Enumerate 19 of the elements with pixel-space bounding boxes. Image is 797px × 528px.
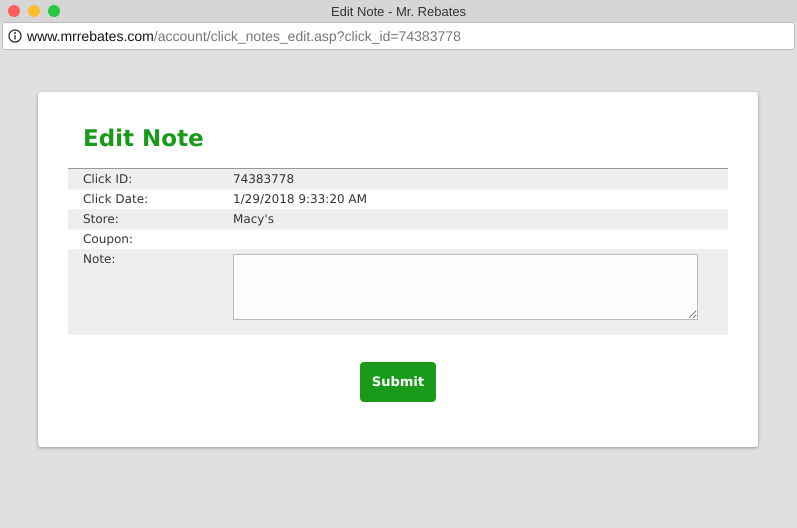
zoom-button[interactable] <box>48 5 60 17</box>
field-value: 74383778 <box>233 171 294 188</box>
field-label: Store: <box>82 211 120 228</box>
page-heading: Edit Note <box>83 125 205 154</box>
field-label: Note: <box>82 251 116 268</box>
url-path: /account/click_notes_edit.asp?click_id=74383778 <box>154 28 461 44</box>
address-bar[interactable]: www.mrrebates.com/account/click_notes_edit.asp?click_id=74383778 <box>2 22 795 50</box>
field-label: Coupon: <box>82 231 134 248</box>
field-value: 1/29/2018 9:33:20 AM <box>233 191 367 208</box>
field-label: Click ID: <box>82 171 134 188</box>
field-label: Click Date: <box>82 191 150 208</box>
url-domain: www.mrrebates.com <box>27 28 154 44</box>
note-field[interactable] <box>233 254 698 320</box>
field-value: Macy's <box>233 211 274 228</box>
info-icon <box>8 29 22 43</box>
minimize-button[interactable] <box>28 5 40 17</box>
window-title: Edit Note - Mr. Rebates <box>330 4 466 18</box>
close-button[interactable] <box>8 5 20 17</box>
submit-button[interactable]: Submit <box>360 362 436 402</box>
